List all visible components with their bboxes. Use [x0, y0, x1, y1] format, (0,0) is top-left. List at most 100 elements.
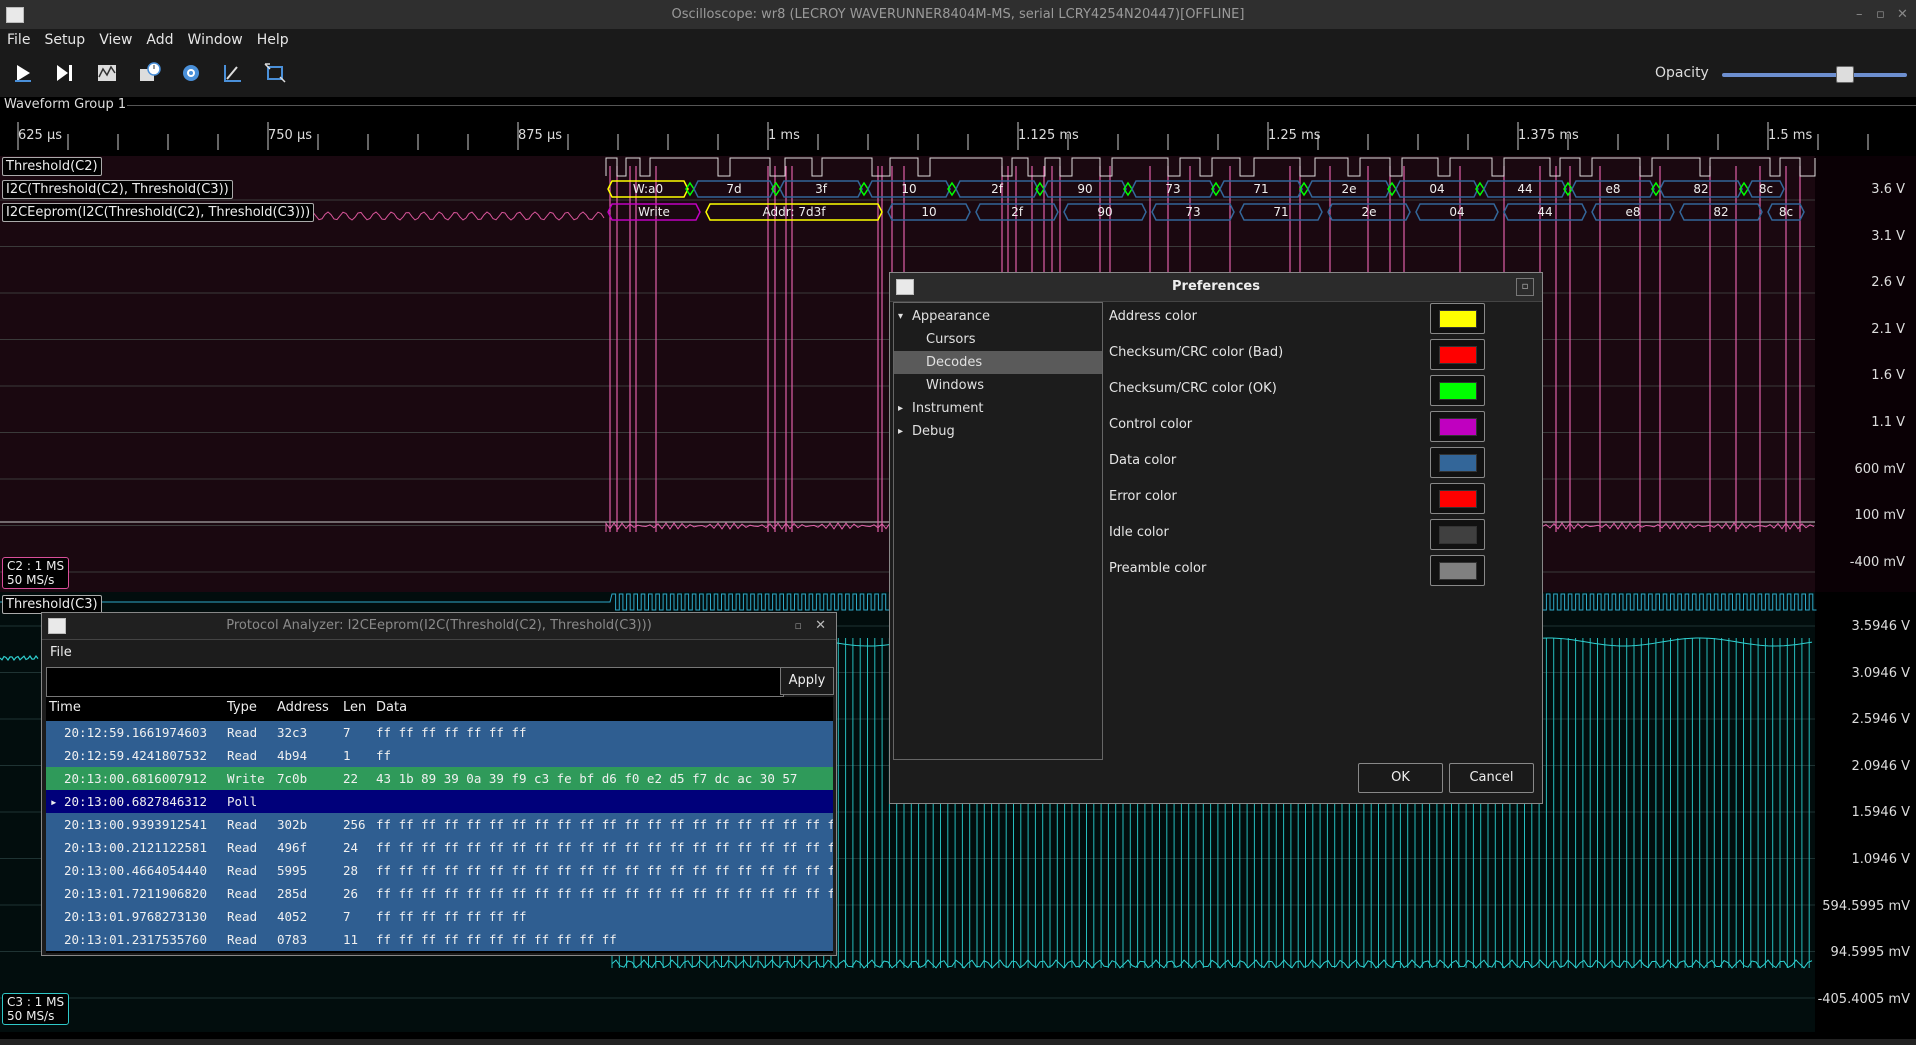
table-row[interactable]: 20:13:00.9393912541 Read 302b 256 ff ff ff f…: [46, 813, 833, 836]
horizontal-scrollbar[interactable]: [0, 1039, 1916, 1045]
fullscreen-icon[interactable]: [262, 61, 292, 87]
tree-expander-icon[interactable]: ▸: [898, 420, 903, 443]
column-header-len[interactable]: Len: [343, 700, 366, 715]
menu-setup[interactable]: Setup: [37, 29, 92, 51]
packet-table[interactable]: Time Type Address Len Data 20:12:59.1661…: [46, 697, 833, 953]
preamble-color-button[interactable]: [1430, 555, 1485, 586]
measure-icon[interactable]: [220, 61, 250, 87]
color-swatch: [1439, 490, 1477, 508]
preferences-titlebar: Preferences ▫: [890, 273, 1542, 302]
tree-item-windows[interactable]: Windows: [894, 374, 1102, 397]
c2-scale-label: 100 mV: [1854, 508, 1905, 524]
menu-window[interactable]: Window: [181, 29, 250, 51]
table-row[interactable]: 20:13:00.6816007912 Write 7c0b 22 43 1b 89 3…: [46, 767, 833, 790]
ok-button[interactable]: OK: [1358, 763, 1443, 793]
tree-item-cursors[interactable]: Cursors: [894, 328, 1102, 351]
eeprom-symbol-label: 2e: [1361, 205, 1376, 219]
i2c-symbol-label: 73: [1165, 182, 1180, 196]
checksum-ok-color-button[interactable]: [1430, 375, 1485, 406]
c3-scale-label: 2.0946 V: [1851, 758, 1910, 774]
column-header-address[interactable]: Address: [277, 700, 329, 715]
color-swatch: [1439, 526, 1477, 544]
eeprom-symbol-label: Write: [638, 205, 670, 219]
step-icon[interactable]: [52, 61, 82, 87]
c3-channel-badge[interactable]: C3 : 1 MS 50 MS/s: [2, 993, 70, 1025]
cell-data: ff ff ff ff ff ff ff: [376, 725, 527, 740]
i2c-symbol-label: 90: [1077, 182, 1092, 196]
cell-len: 7: [343, 725, 351, 740]
pref-data-color-label: Data color: [1109, 453, 1177, 468]
trace-label-threshold-c2[interactable]: Threshold(C2): [2, 157, 102, 176]
table-header: Time Type Address Len Data: [46, 697, 833, 719]
cell-time: 20:12:59.1661974603: [64, 725, 207, 740]
table-row[interactable]: 20:13:00.2121122581 Read 496f 24 ff ff ff ff…: [46, 836, 833, 859]
cell-len: 11: [343, 932, 359, 947]
tree-item-appearance[interactable]: ▾ Appearance: [894, 305, 1102, 328]
pref-checksum-bad-label: Checksum/CRC color (Bad): [1109, 345, 1284, 360]
row-expander-icon[interactable]: ▸: [50, 790, 58, 813]
play-icon[interactable]: [10, 61, 40, 87]
cell-address: 285d: [277, 886, 308, 901]
table-row[interactable]: 20:12:59.1661974603 Read 32c3 7 ff ff ff ff …: [46, 721, 833, 744]
c3-badge-rate: 50 MS/s: [7, 1009, 55, 1023]
opacity-slider-handle[interactable]: [1836, 66, 1855, 83]
tree-expander-icon[interactable]: ▸: [898, 397, 903, 420]
filter-input[interactable]: [46, 667, 784, 697]
tree-item-debug[interactable]: ▸ Debug: [894, 420, 1102, 443]
table-row[interactable]: ▸ 20:13:00.6827846312 Poll: [46, 790, 833, 813]
maximize-icon[interactable]: ▫: [795, 613, 802, 639]
settings-icon[interactable]: [178, 61, 208, 87]
pa-menu-file[interactable]: File: [50, 645, 72, 660]
c3-scale-label: -405.4005 mV: [1817, 991, 1910, 1007]
protocol-analyzer-titlebar: Protocol Analyzer: I2CEeprom(I2C(Thresho…: [42, 613, 836, 640]
waveform-group-label: Waveform Group 1: [4, 97, 127, 112]
column-header-type[interactable]: Type: [227, 700, 257, 715]
cell-address: 5995: [277, 863, 308, 878]
i2c-symbol-label: 2e: [1341, 182, 1356, 196]
table-row[interactable]: 20:13:01.9768273130 Read 4052 7 ff ff ff ff …: [46, 905, 833, 928]
column-header-data[interactable]: Data: [376, 700, 407, 715]
address-color-button[interactable]: [1430, 303, 1485, 334]
trigger-icon[interactable]: [136, 61, 166, 87]
tree-item-decodes[interactable]: Decodes: [894, 351, 1102, 374]
opacity-slider[interactable]: [1722, 73, 1907, 77]
table-row[interactable]: 20:13:00.4664054440 Read 5995 28 ff ff ff ff…: [46, 859, 833, 882]
table-row[interactable]: 20:13:01.7211906820 Read 285d 26 ff ff ff ff…: [46, 882, 833, 905]
error-color-button[interactable]: [1430, 483, 1485, 514]
apply-button[interactable]: Apply: [780, 667, 834, 695]
close-icon[interactable]: ✕: [815, 613, 826, 639]
eeprom-symbol-label: 90: [1097, 205, 1112, 219]
cell-data: ff ff ff ff ff ff ff ff ff ff ff ff ff f…: [376, 817, 833, 832]
cell-time: 20:13:00.6816007912: [64, 771, 207, 786]
checksum-bad-color-button[interactable]: [1430, 339, 1485, 370]
close-icon[interactable]: ✕: [1897, 0, 1908, 29]
column-header-time[interactable]: Time: [49, 700, 81, 715]
protocol-analyzer-window: Protocol Analyzer: I2CEeprom(I2C(Thresho…: [41, 612, 837, 956]
data-color-button[interactable]: [1430, 447, 1485, 478]
dialog-maximize-icon[interactable]: ▫: [1516, 278, 1534, 296]
trace-label-i2c-eeprom[interactable]: I2CEeprom(I2C(Threshold(C2), Threshold(C…: [2, 203, 315, 222]
pref-checksum-ok-label: Checksum/CRC color (OK): [1109, 381, 1277, 396]
menu-view[interactable]: View: [92, 29, 139, 51]
tree-item-instrument[interactable]: ▸ Instrument: [894, 397, 1102, 420]
minimize-icon[interactable]: –: [1856, 0, 1863, 29]
table-row[interactable]: 20:13:01.2317535760 Read 0783 11 ff ff ff ff…: [46, 928, 833, 951]
c2-scale-label: 3.6 V: [1871, 182, 1905, 197]
menu-help[interactable]: Help: [250, 29, 296, 51]
trace-label-i2c[interactable]: I2C(Threshold(C2), Threshold(C3)): [2, 180, 233, 199]
waveform-icon[interactable]: [94, 61, 124, 87]
table-row[interactable]: 20:12:59.4241807532 Read 4b94 1 ff: [46, 744, 833, 767]
cell-type: Read: [227, 748, 258, 763]
i2c-symbol-label: e8: [1605, 182, 1620, 196]
menu-file[interactable]: File: [0, 29, 37, 51]
tree-expander-icon[interactable]: ▾: [898, 305, 903, 328]
c2-badge-depth: C2 : 1 MS: [7, 559, 65, 573]
cancel-button[interactable]: Cancel: [1449, 763, 1534, 793]
control-color-button[interactable]: [1430, 411, 1485, 442]
cell-address: 7c0b: [277, 771, 308, 786]
c2-channel-badge[interactable]: C2 : 1 MS 50 MS/s: [2, 557, 70, 589]
maximize-icon[interactable]: ▫: [1876, 0, 1885, 29]
eeprom-symbol-label: e8: [1625, 205, 1640, 219]
idle-color-button[interactable]: [1430, 519, 1485, 550]
menu-add[interactable]: Add: [139, 29, 180, 51]
